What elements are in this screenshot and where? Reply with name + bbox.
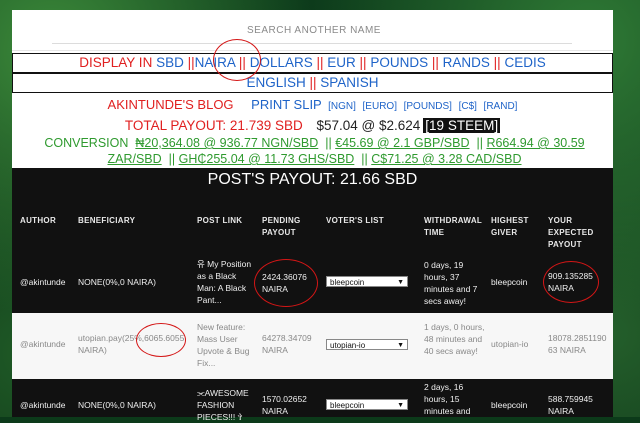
slip-ngn[interactable]: [NGN] xyxy=(328,101,356,112)
conversion-block: CONVERSION ₦20,364.08 @ 936.77 NGN/SBD |… xyxy=(44,136,585,166)
slip-rand[interactable]: [RAND] xyxy=(484,101,518,112)
currency-cedis[interactable]: CEDIS xyxy=(504,55,545,70)
language-english[interactable]: ENGLISH xyxy=(246,75,305,90)
voter-select[interactable]: bleepcoin ▼ xyxy=(326,399,408,410)
header-beneficiary: BENEFICIARY xyxy=(78,216,136,225)
annotation-circle xyxy=(136,323,186,357)
language-selector: ENGLISH || SPANISH xyxy=(12,73,613,93)
chevron-down-icon: ▼ xyxy=(397,279,404,286)
header-withdrawal-time: WITHDRAWAL TIME xyxy=(424,216,482,237)
usd-rate: $57.04 @ $2.624 xyxy=(316,118,421,133)
blog-title[interactable]: AKINTUNDE'S BLOG xyxy=(108,97,234,112)
header-expected-payout: YOUR EXPECTED PAYOUT xyxy=(548,216,594,249)
display-prefix: DISPLAY IN xyxy=(79,55,153,70)
currency-selector: DISPLAY IN SBD ||NAIRA || DOLLARS || EUR… xyxy=(12,53,613,73)
slip-cad[interactable]: [C$] xyxy=(459,101,477,112)
highest-giver-cell: bleepcoin xyxy=(491,277,528,287)
chevron-down-icon: ▼ xyxy=(397,402,404,409)
conversion-ghs[interactable]: GH₵255.04 @ 11.73 GHS/SBD xyxy=(179,152,355,166)
header-author: AUTHOR xyxy=(20,216,57,225)
currency-pounds[interactable]: POUNDS xyxy=(370,55,428,70)
pending-payout-cell: 64278.34709 NAIRA xyxy=(262,333,312,355)
header-pending-payout: PENDING PAYOUT xyxy=(262,216,301,237)
total-payout-row: TOTAL PAYOUT: 21.739 SBD $57.04 @ $2.624… xyxy=(12,117,613,135)
header-voters-list: VOTER'S LIST xyxy=(326,216,384,225)
voter-select[interactable]: utopian-io ▼ xyxy=(326,339,408,350)
post-link[interactable]: New feature: Mass User Upvote & Bug Fix.… xyxy=(197,321,255,369)
conversion-label: CONVERSION xyxy=(44,136,129,150)
page-container: DISPLAY IN SBD ||NAIRA || DOLLARS || EUR… xyxy=(12,10,613,422)
post-link[interactable]: ⫘AWESOME FASHION PIECES!!! ✞ xyxy=(197,387,259,423)
expected-payout-cell: 588.759945 NAIRA xyxy=(548,394,593,416)
blog-row: AKINTUNDE'S BLOG PRINT SLIP [NGN] [EURO]… xyxy=(12,96,613,114)
withdrawal-time-cell: 2 days, 16 hours, 15 minutes and xyxy=(424,382,471,416)
expected-payout-cell: 18078.285119063 NAIRA xyxy=(548,333,607,355)
author-cell[interactable]: @akintunde xyxy=(20,399,66,411)
withdrawal-time-cell: 1 days, 0 hours, 48 minutes and 40 secs … xyxy=(424,322,485,356)
voter-select[interactable]: bleepcoin ▼ xyxy=(326,276,408,287)
table-row: @akintunde NONE(0%,0 NAIRA) ⫘AWESOME FAS… xyxy=(12,379,613,422)
header-highest-giver: HIGHEST GIVER xyxy=(491,216,529,237)
highest-giver-cell: utopian-io xyxy=(491,339,529,349)
annotation-circle xyxy=(543,261,599,303)
slip-pounds[interactable]: [POUNDS] xyxy=(404,101,452,112)
post-link[interactable]: 유 My Position as a Black Man: A Black Pa… xyxy=(197,258,255,306)
highest-giver-cell: bleepcoin xyxy=(491,400,528,410)
header-post-link: POST LINK xyxy=(197,216,243,225)
conversion-ngn[interactable]: ₦20,364.08 @ 936.77 NGN/SBD xyxy=(135,136,318,150)
beneficiary-cell: NONE(0%,0 NAIRA) xyxy=(78,277,156,287)
currency-rands[interactable]: RANDS xyxy=(443,55,490,70)
author-cell[interactable]: @akintunde xyxy=(20,338,66,350)
conversion-gbp[interactable]: €45.69 @ 2.1 GBP/SBD xyxy=(335,136,469,150)
language-spanish[interactable]: SPANISH xyxy=(320,75,378,90)
chevron-down-icon: ▼ xyxy=(397,342,404,349)
conversion-cad[interactable]: C$71.25 @ 3.28 CAD/SBD xyxy=(371,152,521,166)
beneficiary-cell: NONE(0%,0 NAIRA) xyxy=(78,400,156,410)
search-bar xyxy=(12,10,613,51)
table-row: @akintunde utopian.pay(25%,6065.6055 NAI… xyxy=(12,313,613,379)
print-slip[interactable]: PRINT SLIP xyxy=(251,97,321,112)
slip-euro[interactable]: [EURO] xyxy=(363,101,397,112)
annotation-circle xyxy=(213,39,261,81)
withdrawal-time-cell: 0 days, 19 hours, 37 minutes and 7 secs … xyxy=(424,260,478,306)
total-payout: TOTAL PAYOUT: 21.739 SBD xyxy=(124,118,303,133)
annotation-circle xyxy=(254,259,318,307)
currency-eur[interactable]: EUR xyxy=(327,55,356,70)
currency-sbd[interactable]: SBD xyxy=(156,55,184,70)
author-cell[interactable]: @akintunde xyxy=(20,276,66,288)
search-underline xyxy=(52,43,572,44)
table-header: AUTHOR BENEFICIARY POST LINK PENDING PAY… xyxy=(12,204,613,249)
post-payout: POST'S PAYOUT: 21.66 SBD xyxy=(12,168,613,204)
pending-payout-cell: 1570.02652 NAIRA xyxy=(262,394,307,416)
search-input[interactable] xyxy=(52,16,576,44)
steem-amount: [19 STEEM] xyxy=(423,118,501,133)
